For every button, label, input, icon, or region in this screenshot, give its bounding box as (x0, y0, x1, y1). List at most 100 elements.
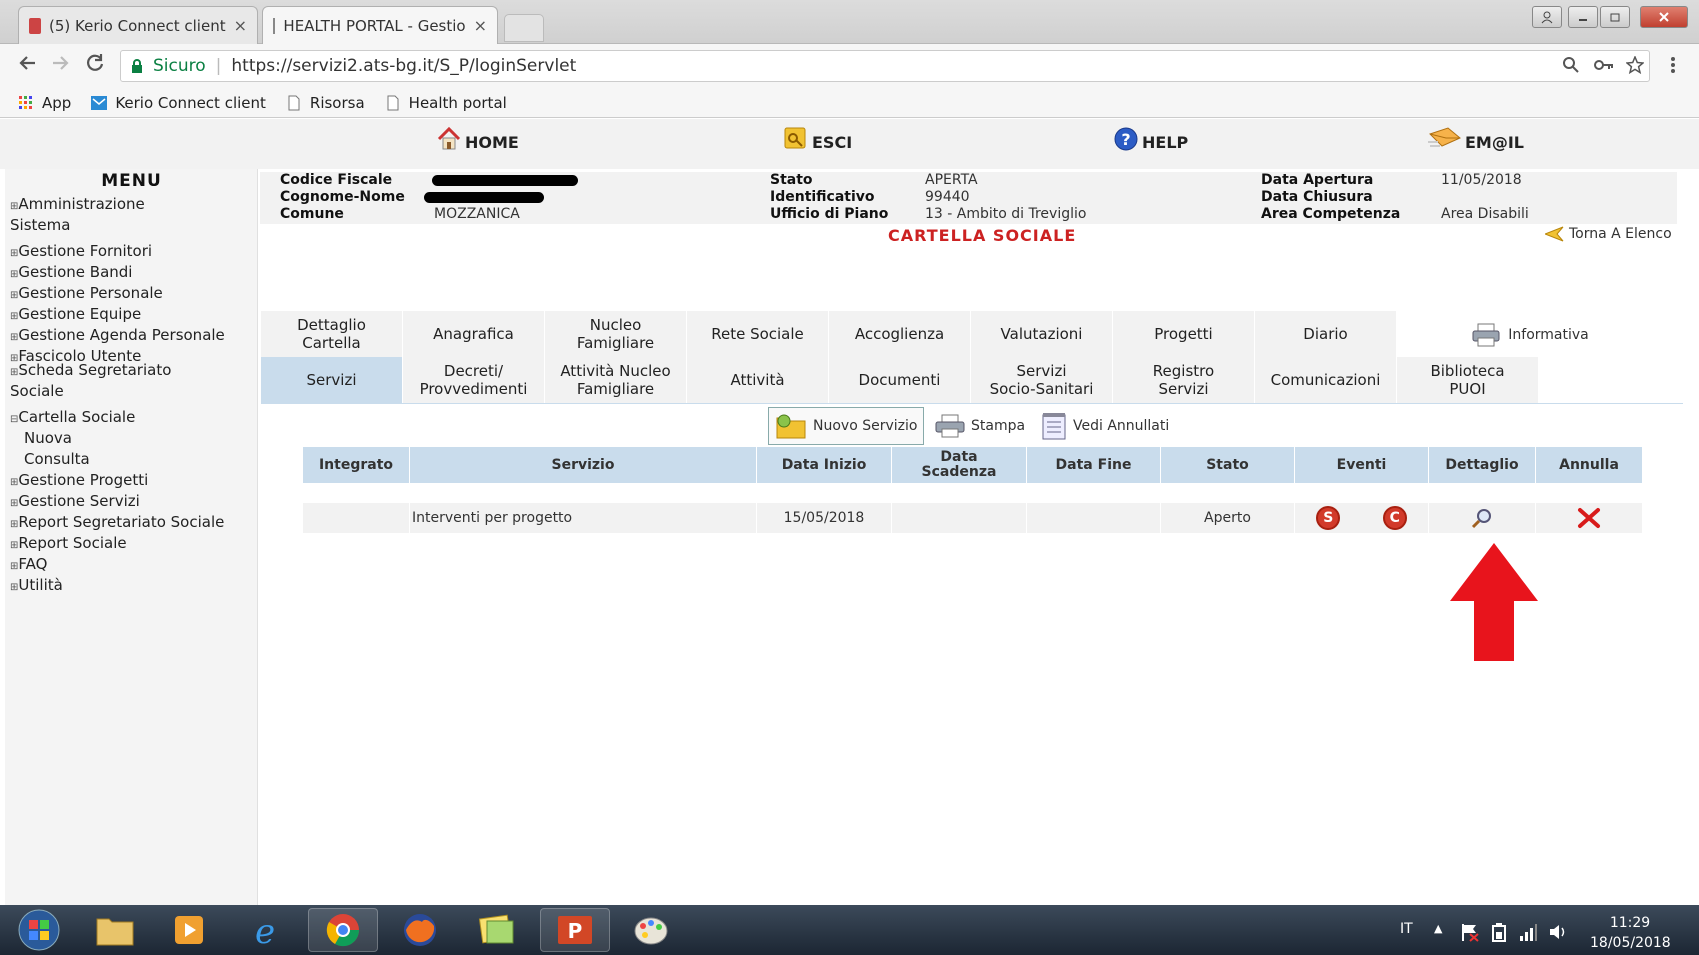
taskbar-explorer[interactable] (80, 908, 150, 952)
menu-item[interactable]: ⊞Gestione Servizi (10, 492, 255, 513)
tab-label-line1: Rete Sociale (711, 325, 804, 343)
clock[interactable]: 11:29 18/05/2018 (1590, 913, 1671, 953)
tabs-divider (261, 403, 1683, 404)
taskbar-internet-explorer[interactable]: e (230, 908, 300, 952)
bookmark-health-portal[interactable]: Health portal (385, 94, 507, 112)
printer-icon (1472, 323, 1500, 346)
network-signal-icon[interactable] (1518, 922, 1538, 942)
bookmark-risorsa[interactable]: Risorsa (286, 94, 365, 112)
tab-item[interactable]: Valutazioni (971, 311, 1113, 357)
restore-icon (1610, 13, 1620, 22)
language-indicator[interactable]: IT (1400, 921, 1413, 937)
maximize-button[interactable] (1600, 6, 1630, 28)
url-field[interactable]: Sicuro | https://servizi2.ats-bg.it/S_P/… (120, 50, 1650, 82)
tab-item[interactable]: Registro Servizi (1113, 357, 1255, 403)
tab-item[interactable]: Documenti (829, 357, 971, 403)
close-tab-icon[interactable]: × (474, 16, 487, 35)
browser-tab-health-portal[interactable]: HEALTH PORTAL - Gestio × (262, 6, 498, 44)
menu-item[interactable]: ⊟Cartella Sociale (10, 408, 255, 429)
tab-item[interactable]: Diario (1255, 311, 1397, 357)
reload-button[interactable] (84, 52, 106, 80)
close-tab-icon[interactable]: × (234, 16, 247, 35)
informativa-button[interactable]: Informativa (1398, 312, 1663, 358)
volume-icon[interactable] (1548, 922, 1568, 942)
taskbar-powerpoint[interactable]: P (540, 908, 610, 952)
nav-help[interactable]: ? HELP (1113, 126, 1188, 152)
menu-item[interactable]: Nuova (24, 429, 269, 448)
tab-item[interactable]: Attività Nucleo Famigliare (545, 357, 687, 403)
menu-item[interactable]: ⊞Report Segretariato Sociale (10, 513, 255, 534)
tab-label-line1: Decreti/ (443, 362, 504, 380)
tab-item[interactable]: Decreti/Provvedimenti (403, 357, 545, 403)
battery-power-icon[interactable] (1490, 922, 1508, 942)
tab-item[interactable]: Dettaglio Cartella (261, 311, 403, 357)
tab-label: Dettaglio Cartella (297, 316, 366, 352)
tab-item[interactable]: Biblioteca PUOI (1397, 357, 1539, 403)
tab-item[interactable]: Anagrafica (403, 311, 545, 357)
stampa-button[interactable]: Stampa (935, 407, 1025, 445)
dettaglio-magnifier-icon[interactable] (1470, 506, 1494, 530)
password-key-button[interactable] (1594, 56, 1614, 79)
menu-item[interactable]: ⊞Gestione Bandi (10, 263, 255, 284)
menu-item[interactable]: ⊞Gestione Fornitori (10, 242, 255, 263)
taskbar-media-player[interactable] (154, 908, 224, 952)
menu-item-label: Utilità (18, 576, 63, 594)
taskbar-firefox[interactable] (385, 908, 455, 952)
evento-s-button[interactable]: S (1316, 506, 1341, 530)
column-header-label: Annulla (1559, 457, 1619, 473)
tab-item[interactable]: Comunicazioni (1255, 357, 1397, 403)
taskbar-chrome[interactable] (308, 908, 378, 952)
menu-item[interactable]: ⊞Scheda Segretariato Sociale (10, 361, 255, 401)
action-center-flag-icon[interactable] (1460, 922, 1480, 942)
tab-item[interactable]: Nucleo Famigliare (545, 311, 687, 357)
menu-item[interactable]: ⊞Amministrazione Sistema (10, 195, 255, 235)
bookmark-star-button[interactable] (1625, 55, 1645, 79)
vedi-annullati-button[interactable]: Vedi Annullati (1041, 407, 1169, 445)
evento-c-button[interactable]: C (1382, 506, 1407, 530)
torna-elenco-link[interactable]: Torna A Elenco (1545, 226, 1672, 242)
column-header-line1: Dettaglio (1445, 456, 1519, 473)
menu-item[interactable]: ⊞FAQ (10, 555, 255, 576)
nav-esci[interactable]: ESCI (783, 126, 852, 152)
menu-title: MENU (101, 171, 162, 191)
menu-item[interactable]: ⊞Gestione Progetti (10, 471, 255, 492)
tab-item[interactable]: Progetti (1113, 311, 1255, 357)
menu-item[interactable]: ⊞Utilità (10, 576, 255, 597)
tab-item[interactable]: Servizi (261, 357, 403, 403)
browser-tab-kerio[interactable]: (5) Kerio Connect client × (18, 6, 258, 44)
minimize-button[interactable] (1568, 6, 1598, 28)
back-arrow-yellow-icon (1545, 226, 1564, 242)
column-header-label: Data Inizio (782, 457, 867, 473)
show-hidden-icons-button[interactable]: ▲ (1434, 922, 1442, 935)
tab-item[interactable]: Servizi Socio-Sanitari (971, 357, 1113, 403)
bookmark-kerio[interactable]: Kerio Connect client (91, 94, 266, 112)
tab-item[interactable]: Rete Sociale (687, 311, 829, 357)
svg-text:P: P (568, 919, 583, 943)
user-profile-button[interactable] (1532, 6, 1562, 28)
taskbar-sticky-notes[interactable] (462, 908, 532, 952)
start-button[interactable] (14, 907, 64, 953)
tab-label: Servizi Socio-Sanitari (990, 362, 1094, 398)
menu-item[interactable]: Consulta (24, 450, 269, 469)
tab-item[interactable]: Accoglienza (829, 311, 971, 357)
menu-item[interactable]: ⊞Gestione Equipe (10, 305, 255, 326)
new-tab-button[interactable] (504, 14, 544, 42)
menu-item[interactable]: ⊞Report Sociale (10, 534, 255, 555)
tab-item[interactable]: Attività (687, 357, 829, 403)
nav-home[interactable]: HOME (436, 126, 519, 152)
menu-item[interactable]: ⊞Gestione Agenda Personale (10, 326, 255, 347)
back-button[interactable] (16, 52, 38, 80)
nav-email[interactable]: EM@IL (1428, 126, 1524, 152)
clock-time: 11:29 (1609, 915, 1651, 931)
tab-label-line1: Documenti (858, 371, 941, 389)
window-close-button[interactable] (1640, 6, 1688, 28)
nuovo-servizio-button[interactable]: Nuovo Servizio (768, 407, 925, 445)
forward-button[interactable] (50, 52, 72, 80)
browser-menu-button[interactable] (1670, 56, 1676, 79)
nav-help-label: HELP (1142, 133, 1189, 152)
annulla-x-icon[interactable] (1577, 506, 1601, 530)
taskbar-paint[interactable] (616, 908, 686, 952)
menu-item[interactable]: ⊞Gestione Personale (10, 284, 255, 305)
bookmark-apps[interactable]: App (18, 94, 71, 112)
zoom-search-button[interactable] (1562, 56, 1580, 79)
